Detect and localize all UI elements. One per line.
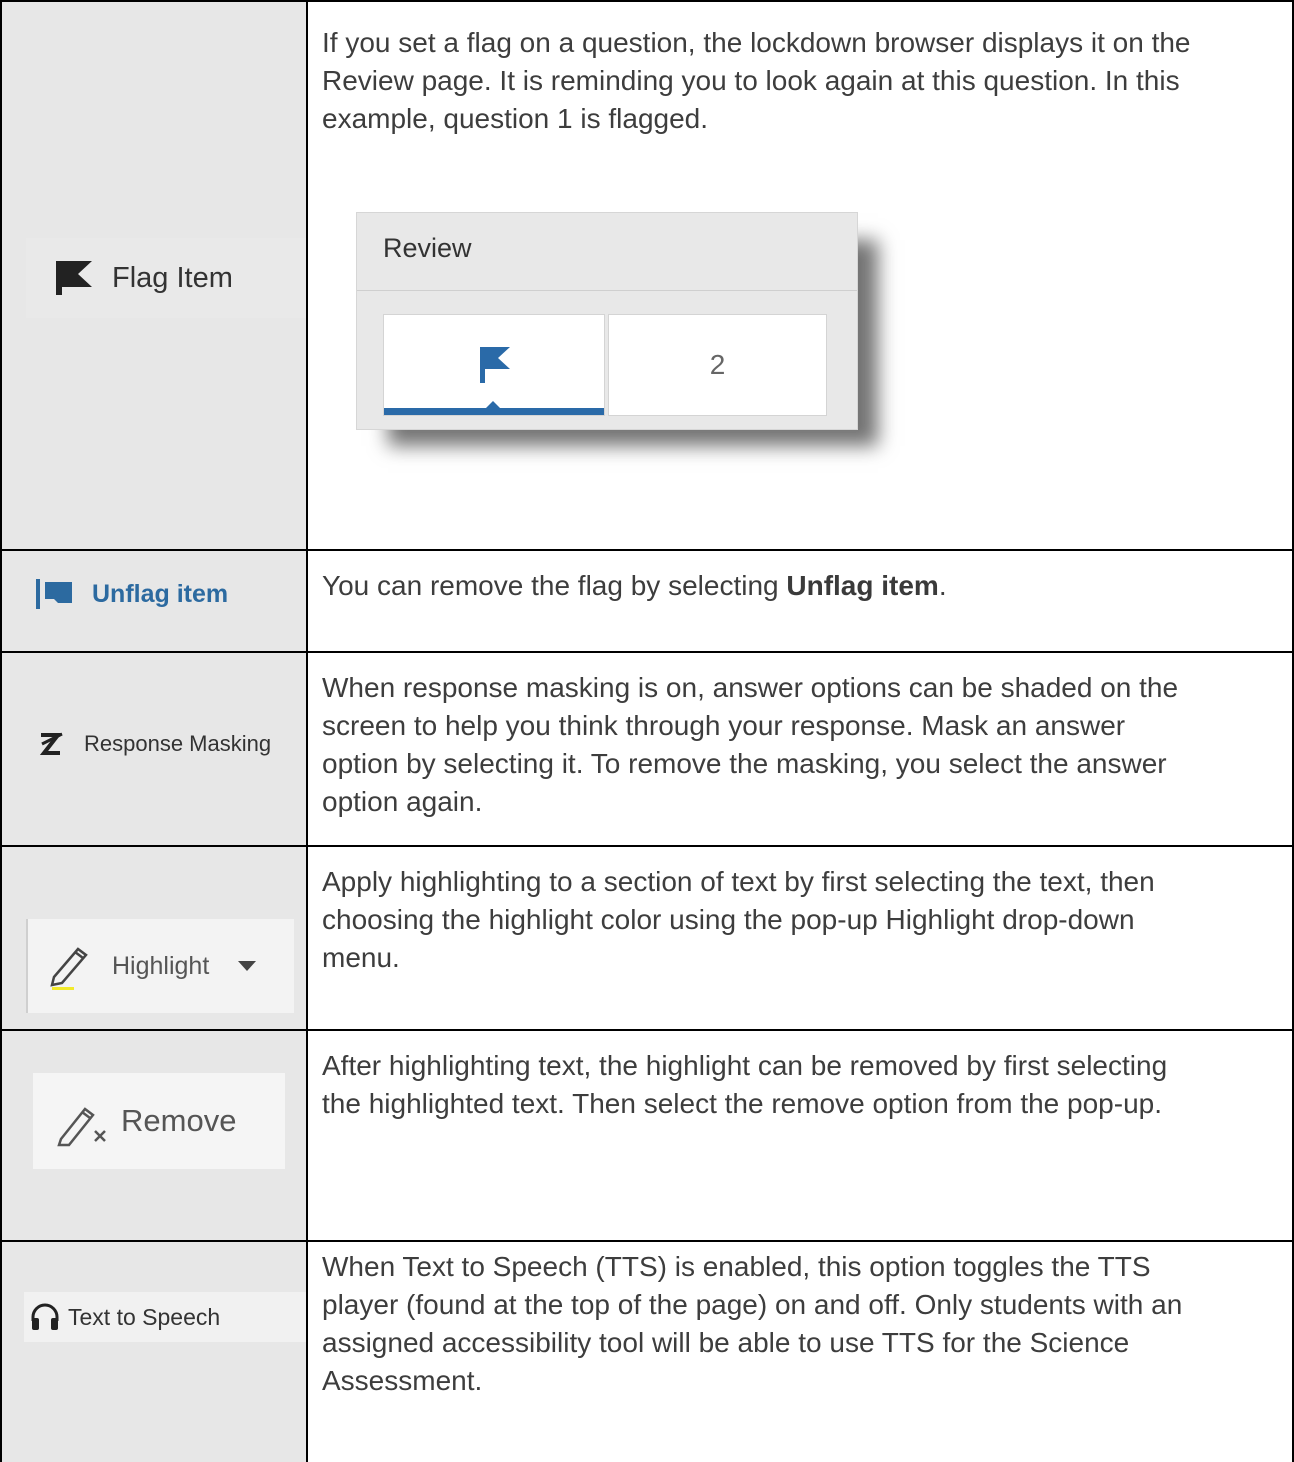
- review-title: Review: [383, 233, 472, 263]
- table-row: Text to Speech When Text to Speech (TTS)…: [0, 1242, 1294, 1462]
- review-header: Review: [357, 213, 857, 291]
- tools-table: Flag Item If you set a flag on a questio…: [0, 0, 1294, 1462]
- table-row: Remove After highlighting text, the high…: [0, 1031, 1294, 1240]
- description-cell: Apply highlighting to a section of text …: [308, 847, 1294, 1029]
- unflag-item-button[interactable]: Unflag item: [36, 579, 228, 609]
- highlighter-pen-icon: [50, 947, 88, 990]
- table-left-border: [0, 0, 2, 1462]
- highlight-description: Apply highlighting to a section of text …: [322, 866, 1155, 973]
- description-cell: When Text to Speech (TTS) is enabled, th…: [308, 1242, 1294, 1462]
- description-cell: You can remove the flag by selecting Unf…: [308, 551, 1294, 651]
- response-masking-icon: [39, 732, 63, 755]
- chevron-down-icon: [238, 961, 257, 971]
- selected-indicator: [486, 401, 500, 408]
- table-row: Unflag item You can remove the flag by s…: [0, 551, 1294, 651]
- flag-item-button[interactable]: Flag Item: [26, 238, 306, 318]
- selected-underline: [384, 408, 604, 415]
- highlight-label: Highlight: [112, 951, 210, 980]
- tool-cell: Flag Item: [0, 0, 307, 549]
- remove-highlight-button[interactable]: Remove: [33, 1073, 285, 1169]
- tool-cell: Highlight: [0, 847, 307, 1029]
- remove-description: After highlighting text, the highlight c…: [322, 1050, 1168, 1119]
- text-to-speech-toggle[interactable]: Text to Speech: [24, 1292, 306, 1342]
- table-row: Highlight Apply highlighting to a sectio…: [0, 847, 1294, 1029]
- unflag-item-label: Unflag item: [92, 579, 229, 608]
- response-masking-label: Response Masking: [84, 731, 272, 756]
- review-question-1[interactable]: [383, 314, 605, 416]
- response-masking-button[interactable]: Response Masking: [38, 731, 271, 757]
- question-number: 2: [709, 349, 726, 380]
- unflag-description: You can remove the flag by selecting Unf…: [322, 570, 947, 601]
- column-divider: [306, 0, 308, 1462]
- response-masking-description: When response masking is on, answer opti…: [322, 672, 1179, 817]
- flag-icon: [480, 347, 510, 383]
- review-panel: Review 2: [356, 212, 858, 430]
- tool-cell: Response Masking: [0, 653, 307, 845]
- remove-highlight-icon: [57, 1107, 106, 1147]
- unflag-icon: [36, 579, 72, 609]
- flag-item-label: Flag Item: [112, 261, 233, 294]
- text-to-speech-description: When Text to Speech (TTS) is enabled, th…: [322, 1251, 1183, 1396]
- table-row: Flag Item If you set a flag on a questio…: [0, 0, 1294, 549]
- remove-label: Remove: [121, 1103, 237, 1138]
- unflag-item-bold: Unflag item: [786, 570, 939, 601]
- flag-description: If you set a flag on a question, the loc…: [322, 27, 1191, 134]
- highlight-dropdown[interactable]: Highlight: [26, 919, 294, 1013]
- review-question-2[interactable]: 2: [608, 314, 827, 416]
- tool-cell: Unflag item: [0, 551, 307, 651]
- flag-icon: [56, 261, 92, 295]
- description-cell: When response masking is on, answer opti…: [308, 653, 1294, 845]
- table-top-border: [0, 0, 1294, 2]
- tool-cell: Remove: [0, 1031, 307, 1240]
- text-to-speech-label: Text to Speech: [68, 1303, 221, 1330]
- tool-cell: Text to Speech: [0, 1242, 307, 1462]
- headphones-icon: [31, 1303, 59, 1330]
- table-row: Response Masking When response masking i…: [0, 653, 1294, 845]
- description-cell: After highlighting text, the highlight c…: [308, 1031, 1294, 1240]
